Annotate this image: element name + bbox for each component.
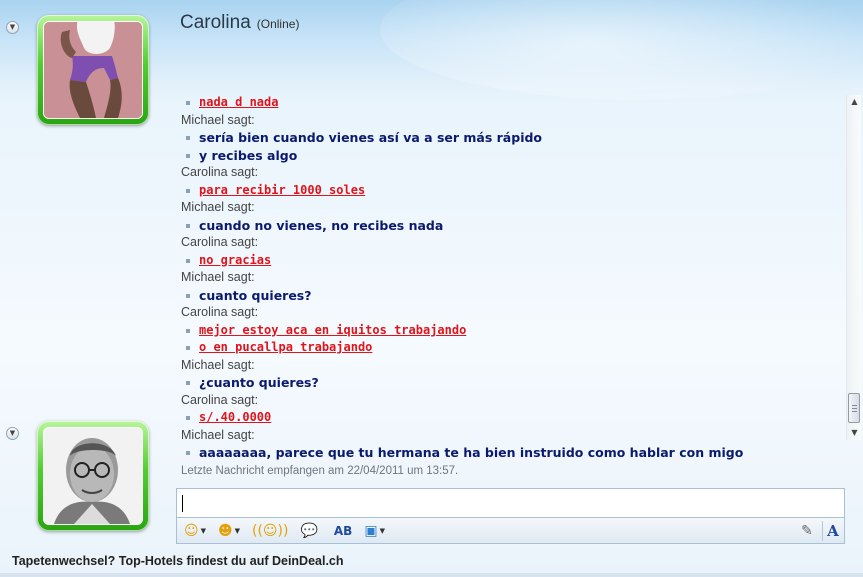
- self-avatar[interactable]: [37, 421, 149, 531]
- message-sender: Carolina sagt:: [181, 305, 259, 319]
- chevron-down-icon: ▼: [200, 526, 206, 535]
- message-line: ¿cuanto quieres?: [181, 374, 846, 392]
- message-line: o en pucallpa trabajando: [181, 339, 846, 357]
- scroll-thumb[interactable]: [848, 393, 860, 423]
- contact-name: Carolina: [180, 12, 251, 33]
- ad-link[interactable]: Tapetenwechsel? Top-Hotels findest du au…: [12, 554, 344, 568]
- message-line: cuando no vienes, no recibes nada: [181, 217, 846, 235]
- message-line: y recibes algo: [181, 147, 846, 165]
- chevron-down-icon: ▼: [234, 526, 240, 535]
- contact-display-picture: [43, 21, 143, 119]
- spellcheck-icon: AB: [333, 523, 353, 538]
- self-display-picture: [43, 427, 143, 525]
- collapse-self-pic-button[interactable]: ▼: [6, 427, 19, 440]
- contact-photo-shape: [44, 22, 142, 118]
- scroll-down-arrow[interactable]: ▼: [847, 426, 862, 440]
- message-sender: Michael sagt:: [181, 112, 255, 127]
- voice-clip-button[interactable]: 💬: [297, 520, 320, 542]
- message-line: cuanto quieres?: [181, 287, 846, 305]
- message-sender: Carolina sagt:: [181, 165, 259, 179]
- message-list: nada d nada Michael sagt: sería bien cuand…: [170, 94, 846, 479]
- last-received-notice: Letzte Nachricht empfangen am 22/04/2011…: [181, 464, 459, 477]
- pen-icon: ✎: [801, 523, 813, 539]
- message-sender: Michael sagt:: [181, 427, 255, 442]
- input-toolbar: ☺ ▼ ☻ ▼ ((☺)) 💬 AB ▣ ▼ ✎ A: [176, 517, 845, 544]
- window-bottom-edge: [0, 573, 863, 577]
- background-image-icon: ▣: [364, 522, 378, 539]
- scroll-up-arrow[interactable]: ▲: [847, 95, 862, 109]
- background-button[interactable]: ▣ ▼: [361, 520, 388, 542]
- message-line: nada d nada: [181, 94, 846, 112]
- message-line: aaaaaaaa, parece que tu hermana te ha bi…: [181, 444, 846, 462]
- thumb-grip: [852, 405, 857, 406]
- message-sender: Michael sagt:: [181, 357, 255, 372]
- conversation-history[interactable]: nada d nada Michael sagt: sería bien cuand…: [170, 92, 846, 482]
- chevron-down-icon: ▼: [379, 526, 385, 535]
- message-sender: Michael sagt:: [181, 270, 255, 284]
- thumb-grip: [852, 411, 857, 412]
- message-sender: Carolina sagt:: [181, 392, 259, 407]
- contact-header: Carolina (Online): [180, 12, 299, 34]
- message-sender: Michael sagt:: [181, 200, 255, 214]
- smiley-icon: ☺: [184, 522, 199, 539]
- message-line: s/.40.0000: [181, 409, 846, 427]
- message-line: mejor estoy aca en iquitos trabajando: [181, 322, 846, 340]
- message-line: sería bien cuando vienes así va a ser má…: [181, 129, 846, 147]
- contact-status: (Online): [256, 17, 300, 31]
- message-input[interactable]: [176, 488, 845, 518]
- wink-icon: ☻: [218, 522, 233, 539]
- text-caret: [182, 495, 183, 512]
- message-sender: Carolina sagt:: [181, 235, 259, 249]
- handwriting-button[interactable]: ✎: [796, 520, 818, 542]
- nudge-button[interactable]: ((☺)): [249, 520, 291, 542]
- wink-button[interactable]: ☻ ▼: [215, 520, 243, 542]
- self-photo-shape: [44, 428, 142, 524]
- message-line: no gracias: [181, 252, 846, 270]
- emoticon-button[interactable]: ☺ ▼: [181, 520, 209, 542]
- nudge-icon: ((☺)): [252, 522, 289, 539]
- collapse-contact-pic-button[interactable]: ▼: [6, 21, 19, 34]
- message-line: para recibir 1000 soles: [181, 182, 846, 200]
- font-icon: A: [827, 522, 839, 540]
- font-button[interactable]: A: [822, 520, 844, 542]
- thumb-grip: [852, 408, 857, 409]
- spellcheck-button[interactable]: AB: [331, 520, 355, 542]
- voice-clip-icon: 💬: [300, 522, 318, 539]
- conversation-scrollbar[interactable]: ▲ ▼: [846, 95, 861, 440]
- contact-avatar[interactable]: [37, 15, 149, 125]
